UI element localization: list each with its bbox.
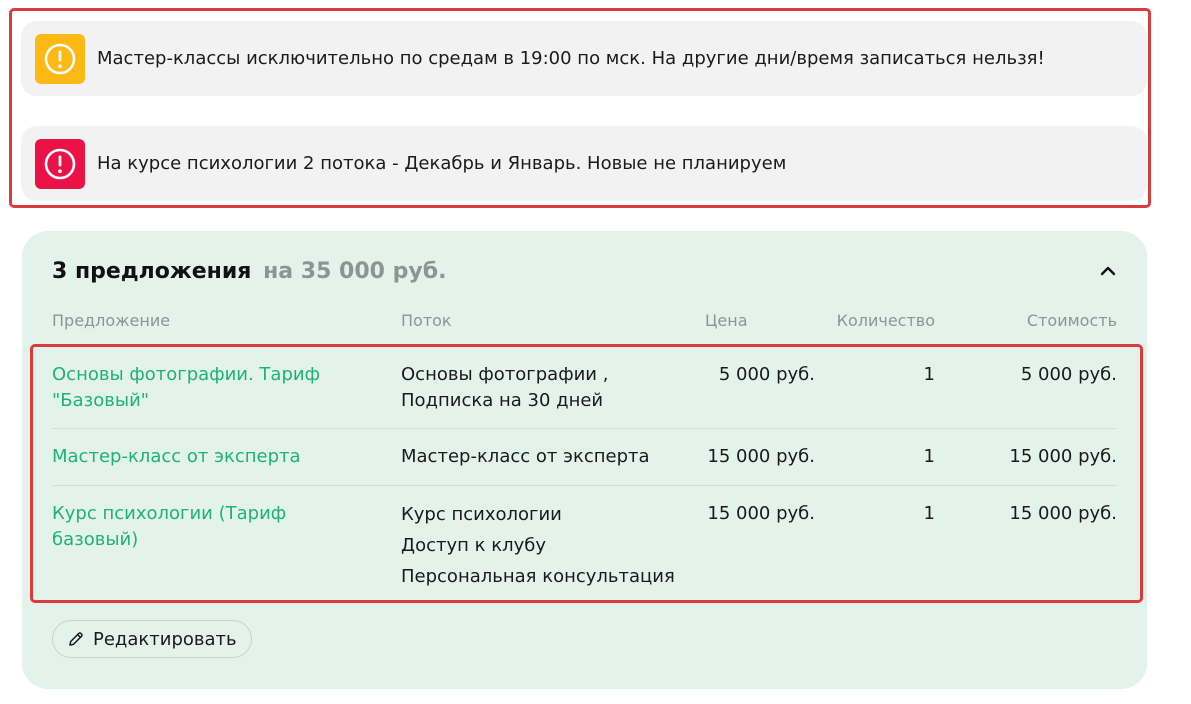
rows-highlight-frame — [30, 344, 1143, 603]
chevron-up-icon — [1100, 266, 1116, 276]
pencil-icon — [67, 630, 85, 648]
notices-highlight-frame — [9, 8, 1151, 208]
column-header-offer: Предложение — [52, 311, 171, 330]
edit-button[interactable]: Редактировать — [52, 620, 252, 658]
collapse-button[interactable] — [1096, 259, 1120, 283]
column-header-quantity: Количество — [836, 311, 935, 330]
offers-title: 3 предложения на 35 000 руб. — [52, 259, 446, 284]
edit-button-label: Редактировать — [93, 628, 237, 650]
offers-total: на 35 000 руб. — [263, 259, 447, 284]
column-header-price: Цена — [705, 311, 748, 330]
offers-count: 3 предложения — [52, 259, 252, 284]
column-header-stream: Поток — [401, 311, 452, 330]
column-header-cost: Стоимость — [1026, 311, 1117, 330]
